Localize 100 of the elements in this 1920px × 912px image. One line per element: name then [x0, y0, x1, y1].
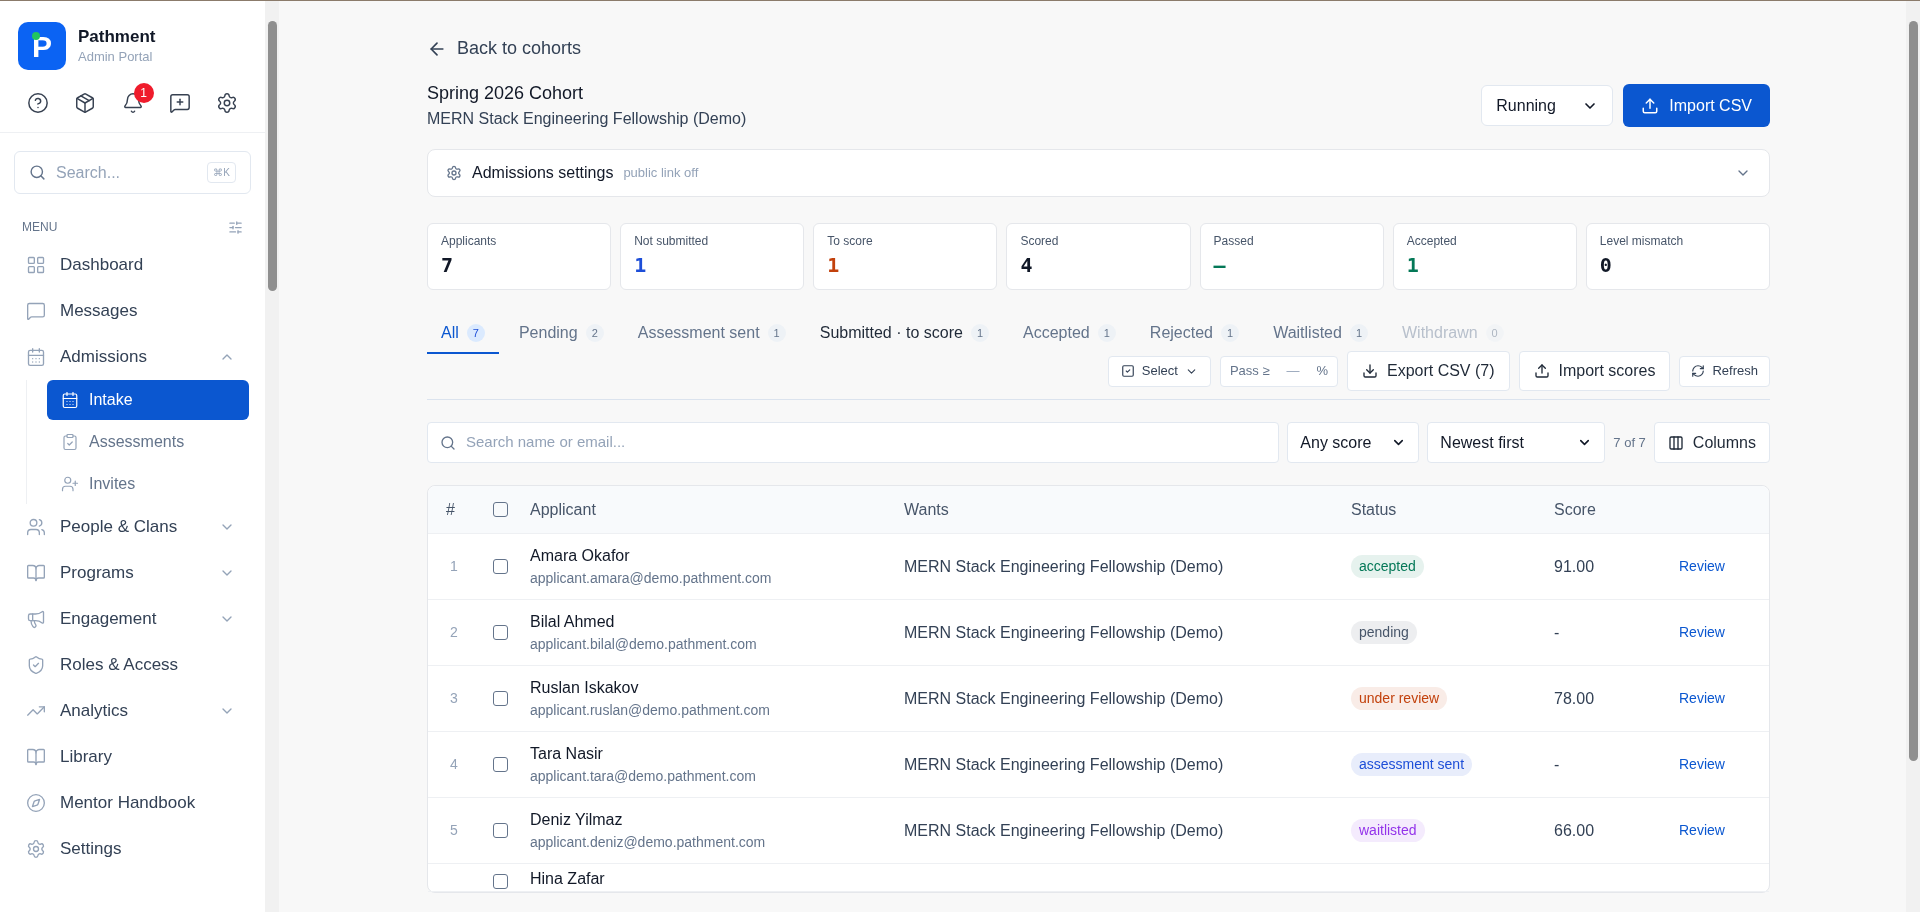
- stat-label: To score: [827, 233, 874, 250]
- review-link[interactable]: Review: [1679, 556, 1769, 577]
- stat-label: Level mismatch: [1599, 233, 1685, 250]
- score-cell-text: -: [1554, 754, 1561, 775]
- row-checkbox[interactable]: [493, 823, 508, 838]
- row-number: 3: [449, 689, 459, 708]
- sidebar-item[interactable]: Dashboard: [16, 242, 249, 288]
- sliders-icon[interactable]: [228, 219, 243, 235]
- wants-cell-text: MERN Stack Engineering Fellowship (Demo): [904, 754, 1225, 775]
- filter-tab[interactable]: Waitlisted 1: [1259, 314, 1382, 354]
- row-checkbox[interactable]: [493, 625, 508, 640]
- tab-count: 1: [1097, 323, 1116, 343]
- applicant-name: Deniz Yilmaz: [530, 810, 624, 830]
- tab-count: 2: [585, 323, 604, 343]
- stat-value: 1: [827, 252, 841, 279]
- settings-icon: [446, 165, 462, 181]
- review-link[interactable]: Review: [1679, 820, 1769, 841]
- page-scrollbar[interactable]: [1906, 1, 1920, 912]
- sidebar-item[interactable]: Analytics: [16, 688, 249, 734]
- columns-button[interactable]: Columns: [1653, 422, 1770, 463]
- import-csv-button[interactable]: Import CSV: [1623, 84, 1770, 127]
- status-select[interactable]: Running: [1481, 85, 1614, 126]
- select-button[interactable]: Select: [1107, 355, 1211, 387]
- score-cell-text: 66.00: [1554, 820, 1596, 841]
- megaphone-icon: [26, 609, 46, 629]
- review-link[interactable]: Review: [1679, 622, 1769, 643]
- column-header: #: [445, 499, 456, 520]
- review-link[interactable]: Review: [1679, 754, 1769, 775]
- tab-count: 1: [1349, 323, 1368, 343]
- tab-count: 0: [1485, 323, 1504, 343]
- filter-tab[interactable]: Pending 2: [504, 314, 618, 354]
- stat-value: 0: [1599, 252, 1613, 279]
- notification-badge: 1: [133, 83, 154, 103]
- column-header: Score: [1554, 499, 1597, 520]
- sidebar-item[interactable]: Library: [16, 734, 249, 780]
- sidebar-subitem[interactable]: Invites: [47, 464, 249, 504]
- calendar-icon: [26, 347, 46, 367]
- applicant-email: applicant.ruslan@demo.pathment.com: [530, 701, 771, 720]
- row-checkbox[interactable]: [493, 757, 508, 772]
- box-icon[interactable]: [74, 92, 97, 114]
- sidebar-item[interactable]: Settings: [16, 826, 249, 872]
- sort-select[interactable]: Newest first: [1427, 422, 1606, 463]
- filter-tab[interactable]: Submitted · to score 1: [805, 314, 1003, 354]
- refresh-button[interactable]: Refresh: [1679, 355, 1770, 387]
- filter-tab[interactable]: All 7: [427, 314, 499, 354]
- stat-label: Scored: [1020, 233, 1060, 250]
- settings-icon[interactable]: [216, 92, 238, 114]
- settings-icon: [26, 839, 46, 859]
- sidebar-subitem[interactable]: Assessments: [47, 422, 249, 462]
- row-checkbox[interactable]: [493, 874, 508, 889]
- clipboard-icon: [61, 433, 79, 451]
- import-scores-button[interactable]: Import scores: [1518, 351, 1671, 391]
- menu-label: MENU: [22, 219, 58, 236]
- book-icon: [26, 563, 46, 583]
- sidebar-item[interactable]: Roles & Access: [16, 642, 249, 688]
- stat-label: Applicants: [441, 233, 498, 250]
- header-checkbox[interactable]: [493, 502, 508, 517]
- sidebar-subitem[interactable]: Intake: [47, 380, 249, 420]
- export-csv-button[interactable]: Export CSV (7): [1346, 351, 1510, 391]
- admissions-settings-panel[interactable]: Admissions settings public link off: [427, 149, 1770, 197]
- back-link[interactable]: Back to cohorts: [427, 35, 1770, 62]
- status-badge: under review: [1351, 687, 1448, 710]
- search-icon: [440, 434, 456, 451]
- brand-name: Pathment: [78, 25, 156, 47]
- tab-count: 1: [1221, 323, 1240, 343]
- applicant-email: applicant.bilal@demo.pathment.com: [530, 635, 758, 654]
- sidebar-item[interactable]: Admissions: [16, 334, 249, 380]
- stat-label: Not submitted: [634, 233, 710, 250]
- help-icon[interactable]: [27, 92, 49, 114]
- filter-tab[interactable]: Assessment sent 1: [623, 314, 800, 354]
- row-checkbox[interactable]: [493, 691, 508, 706]
- stat-label: Accepted: [1406, 233, 1458, 250]
- applicant-email: applicant.tara@demo.pathment.com: [530, 767, 757, 786]
- review-link[interactable]: Review: [1679, 688, 1769, 709]
- column-header: Wants: [904, 499, 950, 520]
- score-filter-select[interactable]: Any score: [1287, 422, 1420, 463]
- applicant-name: Hina Zafar: [530, 869, 606, 889]
- tab-count: 1: [970, 323, 989, 343]
- sidebar-item[interactable]: Messages: [16, 288, 249, 334]
- sidebar-item[interactable]: Engagement: [16, 596, 249, 642]
- column-header: Status: [1351, 499, 1398, 520]
- cohort-title: Spring 2026 Cohort: [427, 82, 585, 105]
- sidebar-item[interactable]: Mentor Handbook: [16, 780, 249, 826]
- compass-icon: [26, 793, 46, 813]
- calendar-icon: [61, 391, 79, 409]
- message-plus-icon[interactable]: [168, 92, 191, 114]
- column-header: Applicant: [530, 499, 597, 520]
- status-badge: assessment sent: [1351, 753, 1473, 776]
- sidebar-item[interactable]: People & Clans: [16, 504, 249, 550]
- filter-tab[interactable]: Accepted 1: [1009, 314, 1130, 354]
- row-number: 2: [449, 623, 459, 642]
- sidebar-scrollbar[interactable]: [265, 1, 279, 912]
- sidebar-item[interactable]: Programs: [16, 550, 249, 596]
- users-icon: [26, 517, 46, 537]
- filter-tab[interactable]: Rejected 1: [1135, 314, 1254, 354]
- row-checkbox[interactable]: [493, 559, 508, 574]
- applicant-name: Bilal Ahmed: [530, 612, 616, 632]
- chat-icon: [26, 301, 46, 321]
- pass-threshold-field[interactable]: Pass ≥ — %: [1219, 355, 1338, 387]
- tab-count: 1: [767, 323, 786, 343]
